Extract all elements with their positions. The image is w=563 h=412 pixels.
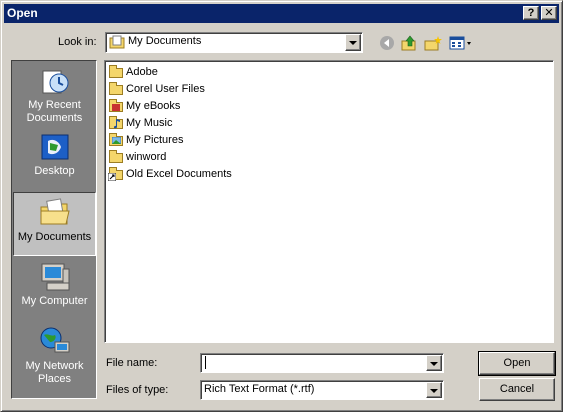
look-in-dropdown-button[interactable] [345,34,361,51]
list-item[interactable]: Old Excel Documents [108,166,232,182]
my-computer-icon [39,261,71,293]
new-folder-icon[interactable] [424,35,442,51]
file-name-field[interactable] [200,353,444,373]
place-my-computer[interactable]: My Computer [13,257,96,321]
open-button[interactable]: Open [478,351,556,376]
list-item[interactable]: My Music [108,115,172,131]
file-list[interactable]: Adobe Corel User Files My eBooks My Musi… [104,60,554,343]
my-documents-icon [39,197,71,229]
my-documents-small-icon [109,35,125,49]
file-name: My eBooks [126,100,181,112]
files-of-type-dropdown-button[interactable] [426,382,442,398]
folder-icon [108,82,124,96]
open-dialog: Open ? ✕ Look in: My Documents My Recent… [0,0,563,412]
look-in-dropdown[interactable]: My Documents [105,32,363,53]
shortcut-icon [108,167,124,181]
close-button[interactable]: ✕ [541,6,557,20]
folder-icon [108,150,124,164]
file-name: Corel User Files [126,83,205,95]
file-name: Adobe [126,66,158,78]
list-item[interactable]: winword [108,149,166,165]
place-label: Desktop [34,165,75,177]
desktop-icon [39,131,71,163]
title-bar[interactable]: Open ? ✕ [4,4,559,23]
place-desktop[interactable]: Desktop [13,127,96,191]
views-menu-icon[interactable] [449,35,473,51]
look-in-value: My Documents [128,35,202,47]
place-label: My Documents [17,231,92,243]
place-label: My Computer [21,295,88,307]
file-name-dropdown-button[interactable] [426,355,442,371]
list-item[interactable]: Adobe [108,64,158,80]
up-folder-icon[interactable] [401,35,419,51]
files-of-type-dropdown[interactable]: Rich Text Format (*.rtf) [200,380,444,400]
text-caret [205,356,206,369]
list-item[interactable]: Corel User Files [108,81,205,97]
file-name: My Pictures [126,134,184,146]
ebooks-folder-icon [108,99,124,113]
place-my-documents[interactable]: My Documents [13,192,96,256]
list-item[interactable]: My Pictures [108,132,183,148]
file-name: Old Excel Documents [126,168,232,180]
folder-icon [108,65,124,79]
file-name: My Music [126,117,173,129]
file-name: winword [126,151,167,163]
cancel-button[interactable]: Cancel [479,378,555,401]
network-places-icon [39,326,71,358]
music-folder-icon [108,116,124,130]
file-name-label: File name: [106,357,158,369]
place-label: My Network Places [25,360,84,385]
list-item[interactable]: My eBooks [108,98,180,114]
places-bar: My Recent Documents Desktop My Documents… [11,60,97,399]
window-title: Open [7,6,38,20]
place-label: My Recent Documents [26,99,83,124]
place-my-network-places[interactable]: My Network Places [13,322,96,392]
pictures-folder-icon [108,133,124,147]
recent-documents-icon [39,65,71,97]
files-of-type-label: Files of type: [106,384,169,396]
help-button[interactable]: ? [523,6,539,20]
back-arrow-icon[interactable] [378,35,396,51]
look-in-label: Look in: [58,36,97,48]
files-of-type-value: Rich Text Format (*.rtf) [204,383,315,395]
place-my-recent-documents[interactable]: My Recent Documents [13,61,96,125]
